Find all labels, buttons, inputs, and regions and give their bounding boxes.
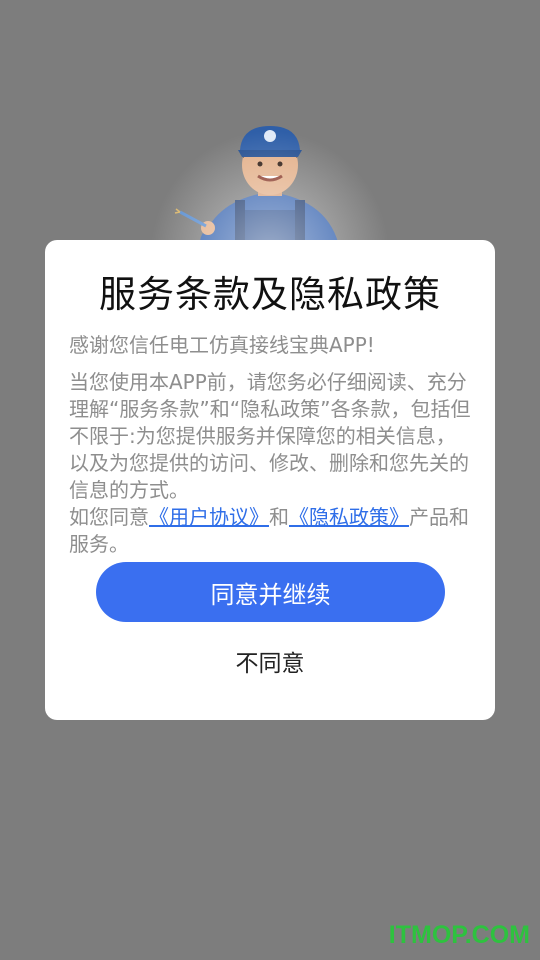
consent-prefix: 如您同意: [69, 505, 149, 529]
privacy-consent-dialog: 服务条款及隐私政策 感谢您信任电工仿真接线宝典APP! 当您使用本APP前，请您…: [45, 240, 495, 720]
intro-text: 感谢您信任电工仿真接线宝典APP!: [69, 333, 375, 357]
mascot-illustration: [140, 120, 400, 250]
terms-paragraph: 当您使用本APP前，请您务必仔细阅读、充分理解“服务条款”和“隐私政策”各条款，…: [69, 369, 471, 504]
dialog-title: 服务条款及隐私政策: [99, 273, 441, 316]
site-watermark: ITMOP.COM: [388, 921, 530, 949]
terms-body-text: 当您使用本APP前，请您务必仔细阅读、充分理解“服务条款”和“隐私政策”各条款，…: [69, 370, 471, 502]
disagree-button[interactable]: 不同意: [45, 644, 495, 684]
privacy-policy-link[interactable]: 《隐私政策》: [289, 505, 409, 529]
user-agreement-link[interactable]: 《用户协议》: [149, 505, 269, 529]
agree-continue-button[interactable]: 同意并继续: [96, 562, 445, 622]
dialog-body: 感谢您信任电工仿真接线宝典APP! 当您使用本APP前，请您务必仔细阅读、充分理…: [69, 332, 471, 568]
consent-and: 和: [269, 505, 289, 529]
mascot-glow: [140, 120, 400, 250]
consent-line: 如您同意《用户协议》和《隐私政策》产品和服务。: [69, 504, 471, 558]
